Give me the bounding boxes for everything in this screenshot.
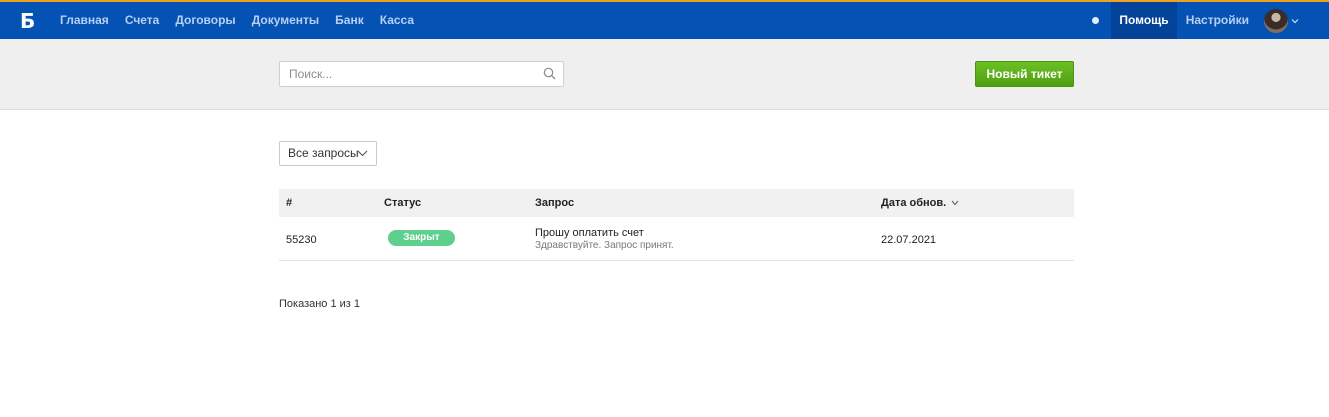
results-count: Показано 1 из 1 — [279, 298, 361, 310]
main-nav: Главная Счета Договоры Документы Банк Ка… — [52, 2, 422, 39]
search-icon[interactable] — [543, 67, 556, 80]
nav-item-bank[interactable]: Банк — [327, 2, 372, 39]
column-header-request[interactable]: Запрос — [535, 189, 574, 217]
new-ticket-button[interactable]: Новый тикет — [975, 61, 1074, 87]
table-row[interactable]: 55230 Закрыт Прошу оплатить счет Здравст… — [279, 217, 1074, 261]
nav-item-cash[interactable]: Касса — [372, 2, 422, 39]
logo[interactable]: Б — [20, 9, 36, 33]
request-title[interactable]: Прошу оплатить счет — [535, 227, 644, 239]
top-navigation-bar: Б Главная Счета Договоры Документы Банк … — [0, 0, 1329, 39]
column-header-updated[interactable]: Дата обнов. — [881, 189, 959, 217]
search-toolbar: Новый тикет — [0, 39, 1329, 110]
column-header-status[interactable]: Статус — [384, 189, 421, 217]
column-header-updated-label: Дата обнов. — [881, 197, 947, 209]
nav-item-documents[interactable]: Документы — [244, 2, 327, 39]
ticket-id: 55230 — [286, 234, 317, 246]
column-header-id: # — [286, 197, 293, 209]
status-dot-icon — [1092, 17, 1100, 24]
nav-item-invoices[interactable]: Счета — [117, 2, 168, 39]
nav-item-contracts[interactable]: Договоры — [167, 2, 243, 39]
search-input[interactable] — [280, 62, 535, 86]
tickets-table: # Статус Запрос Дата обнов. 55230 Закрыт… — [279, 189, 1074, 261]
nav-item-help[interactable]: Помощь — [1111, 2, 1177, 39]
user-menu[interactable] — [1264, 8, 1299, 33]
chevron-down-icon — [1291, 18, 1299, 23]
updated-date: 22.07.2021 — [881, 234, 937, 246]
table-header: # Статус Запрос Дата обнов. — [279, 189, 1074, 217]
nav-item-settings[interactable]: Настройки — [1177, 2, 1258, 39]
nav-right: Помощь Настройки — [1092, 2, 1329, 39]
chevron-down-icon — [357, 150, 368, 157]
logo-letter: Б — [20, 9, 36, 33]
search-box[interactable] — [279, 61, 564, 87]
avatar — [1264, 8, 1288, 33]
request-preview: Здравствуйте. Запрос принят. — [535, 240, 674, 251]
status-badge: Закрыт — [388, 230, 455, 246]
sort-chevron-down-icon — [951, 200, 959, 206]
requests-filter-dropdown[interactable]: Все запросы — [279, 141, 377, 166]
nav-item-home[interactable]: Главная — [52, 2, 117, 39]
filter-selected-value: Все запросы — [288, 146, 359, 160]
